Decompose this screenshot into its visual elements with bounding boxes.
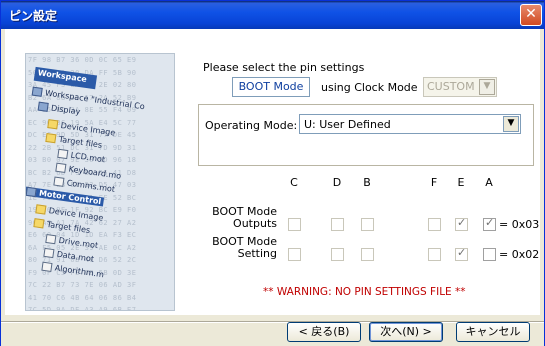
project-icon xyxy=(26,186,37,198)
tree-item: Algorithm.m xyxy=(41,261,105,280)
dialog-content: 7F 98 B7 36 0D 0C 65 E956 4D 2A 20 DA FF… xyxy=(5,29,540,343)
pin-checkbox-f xyxy=(428,218,441,231)
folder-icon xyxy=(45,132,57,144)
pin-column-f: F xyxy=(430,176,438,189)
check-icon: ✓ xyxy=(485,216,495,229)
tree-label: Data.mot xyxy=(56,249,95,264)
window-title: ピン設定 xyxy=(9,9,58,23)
workspace-icon xyxy=(31,86,43,97)
tree-item: LCD.mot xyxy=(57,148,106,165)
tree-label: Drive.mot xyxy=(58,235,99,251)
operating-mode-group: Operating Mode: U: User Defined ▼ xyxy=(198,104,534,166)
pin-column-a: A xyxy=(485,176,493,189)
pin-row-label: BOOT Mode Outputs xyxy=(211,206,277,230)
file-icon xyxy=(43,247,55,259)
tree-label: Display xyxy=(50,103,81,117)
project-icon xyxy=(37,101,49,112)
tree-item: Target files xyxy=(33,218,91,235)
pin-checkbox-f xyxy=(428,248,441,261)
cancel-button[interactable]: キャンセル xyxy=(456,322,530,342)
warning-message: ** WARNING: NO PIN SETTINGS FILE ** xyxy=(263,286,466,298)
pin-row-label-line2: Outputs xyxy=(233,217,277,230)
operating-mode-label: Operating Mode: xyxy=(205,119,298,132)
tree-item: Display xyxy=(37,101,81,117)
file-icon xyxy=(55,162,67,173)
operating-mode-select[interactable]: U: User Defined ▼ xyxy=(299,114,521,134)
check-icon: ✓ xyxy=(457,216,467,229)
pin-checkbox-c xyxy=(288,218,301,231)
pin-hex-value: = 0x03 xyxy=(499,218,540,231)
image-fade xyxy=(146,54,174,310)
pin-checkbox-e: ✓ xyxy=(455,246,468,261)
pin-checkbox-d xyxy=(331,218,344,231)
pin-checkbox-c xyxy=(288,248,301,261)
file-icon xyxy=(53,176,65,187)
next-button[interactable]: 次へ(N) > xyxy=(369,322,443,342)
using-clock-mode-label: using Clock Mode xyxy=(321,81,418,94)
pin-row-label: BOOT Mode Setting xyxy=(211,236,277,260)
check-icon: ✓ xyxy=(457,246,467,259)
title-bar[interactable]: ピン設定 ✕ xyxy=(1,1,544,29)
close-button[interactable]: ✕ xyxy=(520,4,542,26)
file-icon xyxy=(57,148,69,160)
pin-checkbox-d xyxy=(331,248,344,261)
clock-mode-select: CUSTOM ▼ xyxy=(423,77,497,97)
pin-column-e: E xyxy=(457,176,465,189)
pin-column-b: B xyxy=(363,176,371,189)
boot-mode-label: BOOT Mode xyxy=(232,77,310,97)
tree-label: Motor Control xyxy=(38,188,102,207)
file-icon xyxy=(45,233,57,245)
instruction-text: Please select the pin settings xyxy=(203,61,365,74)
tree-label: Comms.mot xyxy=(66,178,116,195)
pin-checkbox-a[interactable]: ✓ xyxy=(483,216,496,231)
folder-icon xyxy=(35,204,47,215)
tree-item: Target files xyxy=(45,132,103,150)
pin-settings-dialog: ピン設定 ✕ 7F 98 B7 36 0D 0C 65 E956 4D 2A 2… xyxy=(0,0,545,346)
clock-mode-value: CUSTOM xyxy=(427,80,475,93)
tree-item: Data.mot xyxy=(43,247,95,264)
pin-hex-value: = 0x02 xyxy=(499,248,540,261)
pin-checkbox-b xyxy=(361,218,374,231)
pin-column-c: C xyxy=(290,176,298,189)
tree-item: Drive.mot xyxy=(45,233,99,251)
operating-mode-value: U: User Defined xyxy=(304,118,391,131)
tree-label: LCD.mot xyxy=(70,150,106,165)
chevron-down-icon: ▼ xyxy=(479,79,495,95)
folder-icon xyxy=(33,218,45,229)
tree-label: Device Image xyxy=(60,120,116,138)
pin-checkbox-a[interactable] xyxy=(483,248,496,261)
tree-label: Algorithm.m xyxy=(54,263,105,280)
tree-label: Target files xyxy=(46,219,91,235)
tree-label: Target files xyxy=(58,134,103,150)
tree-label: Device Image xyxy=(48,206,104,223)
pin-row-label-line2: Setting xyxy=(237,247,277,260)
pin-column-d: D xyxy=(332,176,342,189)
folder-icon xyxy=(47,119,59,130)
close-icon: ✕ xyxy=(525,6,537,22)
tree-label: Keyboard.mo xyxy=(68,164,122,181)
pin-checkbox-e: ✓ xyxy=(455,216,468,231)
chevron-down-icon[interactable]: ▼ xyxy=(503,116,519,132)
workspace-illustration: 7F 98 B7 36 0D 0C 65 E956 4D 2A 20 DA FF… xyxy=(25,53,175,311)
pin-checkbox-b xyxy=(361,248,374,261)
file-icon xyxy=(41,261,53,272)
back-button[interactable]: < 戻る(B) xyxy=(287,322,361,342)
